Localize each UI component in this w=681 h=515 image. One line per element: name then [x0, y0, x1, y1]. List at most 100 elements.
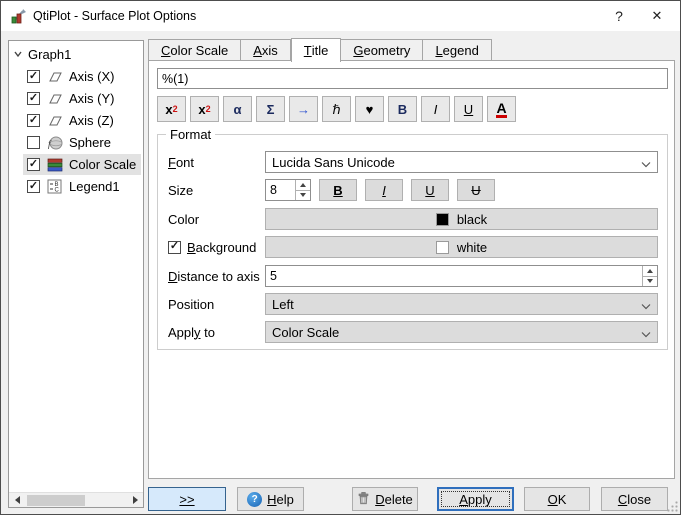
- close-button[interactable]: Close: [601, 487, 668, 511]
- tab-legend[interactable]: Legend: [423, 39, 491, 61]
- position-select[interactable]: Left: [265, 293, 658, 315]
- spin-up-icon[interactable]: [296, 180, 310, 190]
- position-label: Position: [168, 297, 265, 312]
- scroll-right-icon[interactable]: [127, 493, 143, 508]
- checkbox[interactable]: ✓: [27, 158, 40, 171]
- tab-geometry[interactable]: Geometry: [341, 39, 423, 61]
- checkbox[interactable]: ✓: [27, 70, 40, 83]
- text-color-button[interactable]: A: [487, 96, 516, 122]
- strikeout-toggle-button[interactable]: U: [457, 179, 495, 201]
- title-text-input[interactable]: [157, 68, 668, 89]
- axis-plane-icon: [46, 91, 63, 107]
- distance-spinner[interactable]: 5: [265, 265, 658, 287]
- expander-down-icon[interactable]: [13, 47, 23, 62]
- tree-item-axis-x[interactable]: ✓ Axis (X): [23, 66, 141, 87]
- color-scale-icon: [46, 157, 63, 173]
- subscript-button[interactable]: x2: [157, 96, 186, 122]
- font-select[interactable]: Lucida Sans Unicode: [265, 151, 658, 173]
- titlebar-close-button[interactable]: ✕: [638, 1, 676, 31]
- check-icon: ✓: [29, 115, 38, 126]
- tab-color-scale[interactable]: Color Scale: [148, 39, 241, 61]
- check-icon: ✓: [29, 181, 38, 192]
- window-title: QtiPlot - Surface Plot Options: [33, 9, 196, 23]
- spin-down-icon[interactable]: [296, 190, 310, 201]
- text-color-picker-button[interactable]: black: [265, 208, 658, 230]
- greek-lowercase-button[interactable]: α: [223, 96, 252, 122]
- legend-icon: B C: [46, 179, 63, 195]
- axis-plane-icon: [46, 113, 63, 129]
- size-spinner[interactable]: 8: [265, 179, 311, 201]
- checkbox[interactable]: ✓: [27, 136, 40, 149]
- tree-item-sphere[interactable]: ✓ f Sphere: [23, 132, 141, 153]
- background-color-picker-button[interactable]: white: [265, 236, 658, 258]
- sphere-icon: f: [46, 135, 63, 151]
- svg-text:C: C: [55, 187, 60, 193]
- tree-item-color-scale[interactable]: ✓ Color Scale: [23, 154, 141, 175]
- spin-up-icon[interactable]: [643, 266, 657, 276]
- superscript-button[interactable]: x2: [190, 96, 219, 122]
- apply-to-select[interactable]: Color Scale: [265, 321, 658, 343]
- dialog-button-row: >> ? Help Delete Apply OK Close: [148, 487, 678, 511]
- tree-root-label: Graph1: [28, 47, 71, 62]
- special-symbols-button[interactable]: ♥: [355, 96, 384, 122]
- tree-item-label: Axis (X): [69, 69, 115, 84]
- titlebar-help-button[interactable]: ?: [600, 1, 638, 31]
- delete-button[interactable]: Delete: [352, 487, 418, 511]
- tree-item-axis-y[interactable]: ✓ Axis (Y): [23, 88, 141, 109]
- graph-object-tree[interactable]: Graph1 ✓ Axis (X) ✓ Axis (Y) ✓ Axis (Z) …: [8, 40, 144, 508]
- apply-button[interactable]: Apply: [437, 487, 514, 511]
- titlebar[interactable]: QtiPlot - Surface Plot Options ? ✕: [1, 1, 680, 31]
- size-row: Size 8 B I U U: [168, 179, 658, 201]
- checkbox[interactable]: ✓: [27, 114, 40, 127]
- ok-button[interactable]: OK: [524, 487, 590, 511]
- title-tab-page: x2 x2 α Σ → ℏ ♥ B I U A Format Font Luci…: [148, 60, 675, 479]
- size-value: 8: [266, 180, 295, 200]
- apply-to-select-value: Color Scale: [272, 325, 339, 340]
- underline-button[interactable]: U: [454, 96, 483, 122]
- underline-toggle-button[interactable]: U: [411, 179, 449, 201]
- distance-row: Distance to axis 5: [168, 265, 658, 287]
- check-icon: ✓: [29, 93, 38, 104]
- tree-item-label: Legend1: [69, 179, 120, 194]
- background-row: ✓ Background white: [168, 236, 658, 258]
- color-row: Color black: [168, 208, 658, 230]
- checkbox[interactable]: ✓: [27, 92, 40, 105]
- tree-item-legend1[interactable]: ✓ B C Legend1: [23, 176, 141, 197]
- axis-plane-icon: [46, 69, 63, 85]
- scroll-left-icon[interactable]: [9, 493, 25, 508]
- qtiplot-app-icon: [10, 8, 27, 25]
- font-select-value: Lucida Sans Unicode: [272, 155, 395, 170]
- spin-down-icon[interactable]: [643, 276, 657, 287]
- color-name: black: [457, 212, 487, 227]
- advanced-options-button[interactable]: >>: [148, 487, 226, 511]
- tree-root-graph1[interactable]: Graph1: [13, 44, 71, 64]
- math-symbols-button[interactable]: ℏ: [322, 96, 351, 122]
- tree-horizontal-scrollbar[interactable]: [9, 492, 143, 507]
- distance-value: 5: [266, 266, 642, 286]
- tree-item-label: Axis (Z): [69, 113, 114, 128]
- position-select-value: Left: [272, 297, 294, 312]
- arrow-symbols-button[interactable]: →: [289, 96, 318, 122]
- tab-axis[interactable]: Axis: [241, 39, 291, 61]
- background-color-name: white: [457, 240, 487, 255]
- greek-uppercase-button[interactable]: Σ: [256, 96, 285, 122]
- tree-item-axis-z[interactable]: ✓ Axis (Z): [23, 110, 141, 131]
- tab-title[interactable]: Title: [291, 38, 342, 62]
- tree-item-label: Color Scale: [69, 157, 136, 172]
- bold-button[interactable]: B: [388, 96, 417, 122]
- trash-icon: [357, 491, 370, 508]
- help-button[interactable]: ? Help: [237, 487, 304, 511]
- tree-item-label: Axis (Y): [69, 91, 115, 106]
- check-icon: ✓: [29, 159, 38, 170]
- italic-button[interactable]: I: [421, 96, 450, 122]
- background-label: Background: [187, 240, 256, 255]
- tree-item-label: Sphere: [69, 135, 111, 150]
- checkbox[interactable]: ✓: [27, 180, 40, 193]
- distance-label: Distance to axis: [168, 269, 265, 284]
- italic-toggle-button[interactable]: I: [365, 179, 403, 201]
- bold-toggle-button[interactable]: B: [319, 179, 357, 201]
- scrollbar-thumb[interactable]: [27, 495, 85, 506]
- background-checkbox[interactable]: ✓: [168, 241, 181, 254]
- resize-grip[interactable]: [667, 501, 678, 512]
- scrollbar-track[interactable]: [25, 493, 127, 508]
